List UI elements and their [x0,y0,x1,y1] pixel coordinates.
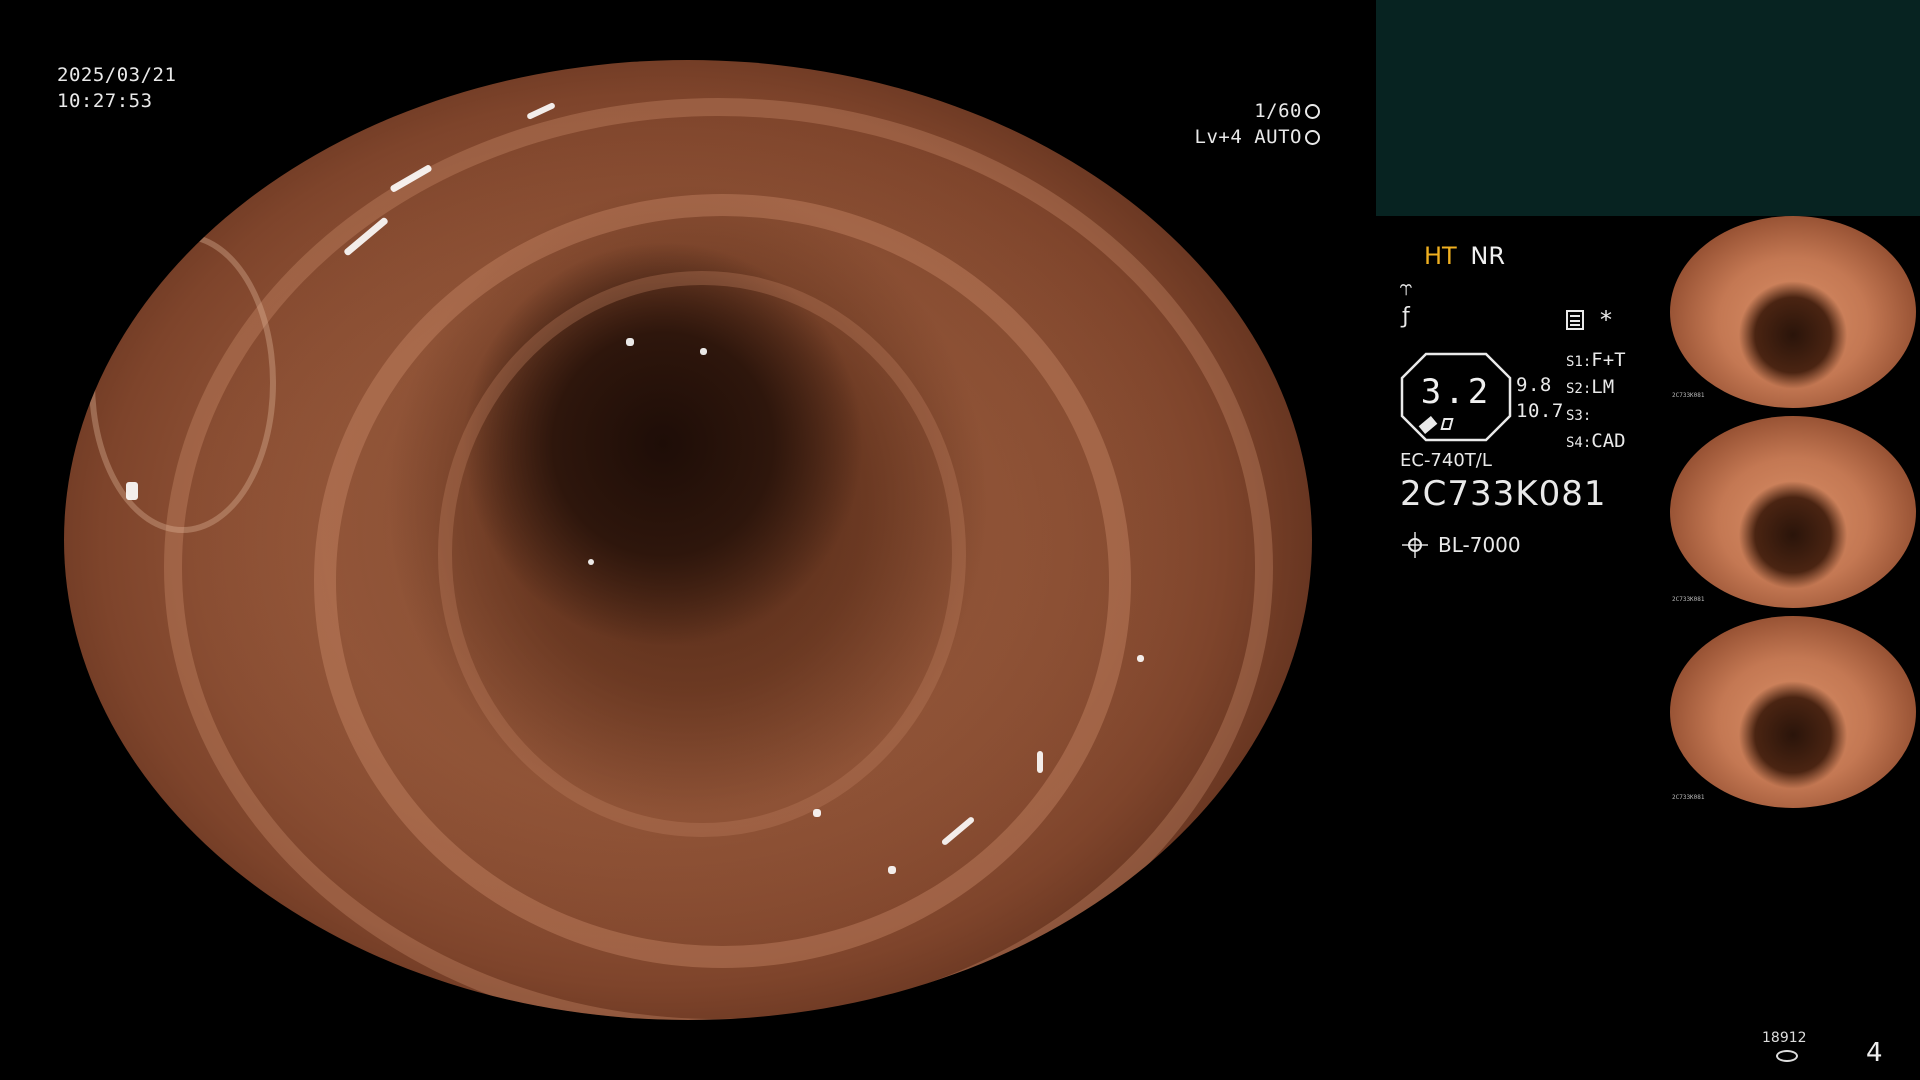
level-text: Lv+4 [1194,126,1243,148]
switch-s2: S2:LM [1566,375,1626,402]
ht-label: HT [1424,242,1457,270]
thumbnail-serial: 2C733K081 [1672,794,1705,801]
zoom-indicator: 3.2 [1400,352,1512,442]
switch-s1: S1:F+T [1566,348,1626,375]
switch-s4-key: S4: [1566,435,1592,451]
bubble-cluster [88,232,276,533]
panel-header-bar [1376,0,1920,216]
thumbnail-image [1670,616,1916,808]
switch-s2-key: S2: [1566,381,1592,397]
light-reflection [887,866,896,875]
switch-s1-key: S1: [1566,354,1592,370]
scope-serial: 2C733K081 [1400,474,1607,514]
star-marker: * [1600,306,1612,334]
captured-image-3[interactable]: 2C733K081 [1670,616,1920,816]
datetime-display: 2025/03/21 10:27:53 [57,62,176,114]
storage-count: 18912 [1762,1030,1807,1046]
switch-s3-key: S3: [1566,408,1592,424]
storage-icon [1776,1050,1798,1062]
mucosal-fold [438,271,966,837]
switch-s3: S3: [1566,402,1626,429]
light-reflection [525,101,556,121]
exposure-display: 1/60 Lv+4 AUTO [1180,98,1320,150]
light-source-icon [1402,532,1428,558]
switch-s2-value: LM [1591,376,1615,398]
switch-s1-value: F+T [1591,349,1626,371]
thumbnail-image [1670,416,1916,608]
light-reflection [812,808,821,817]
thumbnail-serial: 2C733K081 [1672,392,1705,399]
light-reflection [126,482,139,501]
memo-icon [1566,310,1584,330]
light-reflection [625,338,634,347]
color-enhance-icon: ƒ [1402,304,1410,329]
shutter-icon [1305,104,1320,119]
captured-image-2[interactable]: 2C733K081 [1670,416,1920,616]
light-source-model: BL-7000 [1438,533,1521,557]
thumbnail-serial: 2C733K081 [1672,596,1705,603]
scope-model: EC-740T/L [1400,450,1492,471]
auto-mode-icon [1305,130,1320,145]
page-number: 4 [1866,1038,1883,1068]
thumbnail-image [1670,216,1916,408]
processing-modes: HT NR [1424,242,1505,270]
shutter-text: 1/60 [1254,100,1302,122]
switch-s4-value: CAD [1591,430,1626,452]
distance-1: 9.8 [1516,374,1552,396]
captured-images-list: 2C733K081 2C733K081 2C733K081 [1670,216,1920,816]
distance-2: 10.7 [1516,400,1564,422]
auto-mode-text: AUTO [1254,126,1302,148]
switch-assignments: S1:F+T S2:LM S3: S4:CAD [1566,348,1626,456]
endoscope-main-view [64,60,1312,1020]
structure-enhance-icon: ⥾ [1400,276,1413,301]
time-text: 10:27:53 [57,90,153,112]
nr-label: NR [1470,242,1505,270]
captured-image-1[interactable]: 2C733K081 [1670,216,1920,416]
distance-readout: 9.8 10.7 [1516,372,1564,424]
switch-s4: S4:CAD [1566,429,1626,456]
light-reflection [1037,751,1044,774]
date-text: 2025/03/21 [57,64,177,86]
zoom-value: 3.2 [1420,372,1492,412]
